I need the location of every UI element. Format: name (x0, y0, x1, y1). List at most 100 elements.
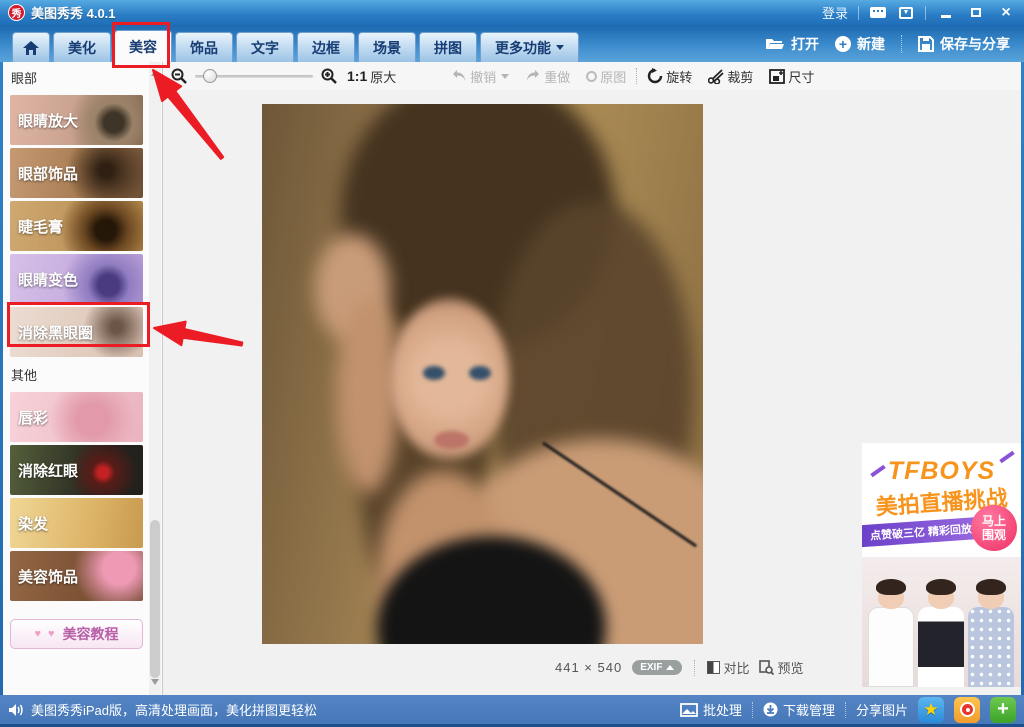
undo-dropdown-icon[interactable] (501, 74, 509, 83)
compare-icon (707, 661, 720, 674)
batch-process-button[interactable]: 批处理 (680, 700, 742, 719)
exif-badge[interactable]: EXIF (632, 660, 682, 675)
status-message[interactable]: 美图秀秀iPad版，高清处理画面，美化拼图更轻松 (31, 700, 317, 719)
actual-size-button[interactable]: 1:1 原大 (347, 67, 396, 86)
weibo-icon[interactable] (954, 697, 980, 723)
resize-icon (769, 69, 785, 84)
rotate-button[interactable]: 旋转 (647, 67, 692, 86)
sidebar-item-eye-accessories[interactable]: 眼部饰品 (10, 148, 143, 198)
zoom-slider[interactable] (195, 75, 313, 78)
scrollbar-thumb[interactable] (150, 520, 160, 678)
sidebar-item-hair-dye[interactable]: 染发 (10, 498, 143, 548)
resize-button[interactable]: 尺寸 (769, 67, 814, 86)
sidebar-item-remove-red-eye[interactable]: 消除红眼 (10, 445, 143, 495)
save-share-button[interactable]: 保存与分享 (918, 34, 1010, 54)
statusbar-divider (845, 702, 846, 718)
status-bar: 美图秀秀iPad版，高清处理画面，美化拼图更轻松 批处理 下载管理 分享图片 ★… (0, 695, 1024, 727)
toolbar-divider (636, 68, 637, 84)
annotation-box-remove-dark-circles (7, 302, 150, 347)
tab-beautify[interactable]: 美化 (53, 32, 111, 62)
folder-open-icon (765, 36, 785, 51)
photo-portrait-woman[interactable] (262, 104, 703, 644)
sidebar-item-mascara[interactable]: 睫毛膏 (10, 201, 143, 251)
ad-boy-figure (868, 585, 914, 687)
rotate-icon (647, 68, 663, 84)
speaker-icon (8, 703, 24, 717)
tab-home[interactable] (12, 32, 50, 62)
beauty-tutorial-button[interactable]: ♥ ♥ 美容教程 (10, 619, 143, 649)
tfboys-ad-banner[interactable]: TFBOYS 美拍直播挑战 点赞破三亿 精彩回放 马上围观 (862, 443, 1021, 687)
chevron-down-icon (556, 45, 564, 54)
tab-more-features[interactable]: 更多功能 (480, 32, 579, 62)
qzone-icon[interactable]: ★ (918, 697, 944, 723)
sidebar-scrollbar[interactable] (149, 62, 161, 695)
photo-left-eye (423, 366, 445, 380)
info-divider (694, 660, 695, 676)
minimize-button[interactable] (936, 5, 956, 21)
annotation-box-beauty-tab (112, 22, 170, 68)
statusbar-divider (752, 702, 753, 718)
add-share-icon[interactable]: + (990, 697, 1016, 723)
ad-watch-now-badge[interactable]: 马上围观 (971, 505, 1017, 551)
photo-arm (337, 298, 399, 492)
titlebar-divider (925, 6, 926, 20)
chevron-up-icon (666, 661, 674, 670)
section-label-other: 其他 (11, 365, 162, 384)
login-link[interactable]: 登录 (822, 3, 848, 22)
new-button[interactable]: + 新建 (835, 34, 885, 54)
maximize-button[interactable] (966, 5, 986, 21)
sidebar-item-beauty-accessories[interactable]: 美容饰品 (10, 551, 143, 601)
photo-lips (434, 431, 469, 449)
hearts-hand-icon: ♥ ♥ (34, 628, 56, 640)
actions-divider (901, 35, 902, 53)
edit-canvas: 441 × 540 EXIF 对比 预览 TFBOYS 美拍直播挑战 点赞破三亿… (163, 90, 1021, 695)
close-button[interactable]: × (996, 5, 1016, 21)
tab-scene[interactable]: 场景 (358, 32, 416, 62)
sidebar-item-lip-gloss[interactable]: 唇彩 (10, 392, 143, 442)
zoom-out-icon (171, 68, 187, 84)
home-icon (23, 41, 39, 55)
sidebar-item-eye-enlarge[interactable]: 眼睛放大 (10, 95, 143, 145)
zoom-slider-knob[interactable] (203, 69, 217, 83)
beauty-sidebar: 眼部 眼睛放大 眼部饰品 睫毛膏 眼睛变色 消除黑眼圈 其他 唇彩 消除红眼 染… (3, 62, 163, 695)
ad-boy-figure (968, 585, 1014, 687)
skin-icon[interactable]: ▼ (897, 6, 915, 20)
tab-accessories[interactable]: 饰品 (175, 32, 233, 62)
redo-button[interactable]: 重做 (525, 67, 570, 86)
app-logo-icon: 秀 (8, 4, 25, 21)
ad-boys-photo (862, 557, 1021, 687)
zoom-out-button[interactable] (171, 68, 187, 84)
plus-circle-icon: + (835, 36, 851, 52)
feedback-icon[interactable] (869, 6, 887, 20)
tab-text[interactable]: 文字 (236, 32, 294, 62)
ad-boy-figure (918, 585, 964, 687)
preview-icon (759, 660, 774, 675)
tab-frame[interactable]: 边框 (297, 32, 355, 62)
redo-icon (525, 69, 541, 83)
window-title: 美图秀秀 4.0.1 (31, 3, 116, 22)
scroll-down-icon[interactable] (151, 679, 159, 689)
image-info-row: 441 × 540 EXIF 对比 预览 (555, 658, 803, 677)
titlebar-divider (858, 6, 859, 20)
meitu-xiuxiu-window: { "window": { "title": "美图秀秀 4.0.1", "lo… (0, 0, 1024, 727)
sidebar-item-eye-color[interactable]: 眼睛变色 (10, 254, 143, 304)
zoom-in-button[interactable] (321, 68, 337, 84)
original-image-button[interactable]: 原图 (586, 67, 626, 86)
section-label-eye: 眼部 (11, 68, 162, 87)
compare-button[interactable]: 对比 (707, 658, 749, 677)
download-icon (763, 702, 778, 717)
save-icon (918, 36, 934, 52)
canvas-toolbar: 1:1 原大 撤销 重做 原图 旋转 裁剪 (163, 62, 1021, 90)
crop-button[interactable]: 裁剪 (708, 67, 753, 86)
download-manager-button[interactable]: 下载管理 (763, 700, 835, 719)
undo-icon (451, 69, 467, 83)
preview-button[interactable]: 预览 (759, 658, 803, 677)
image-dimensions: 441 × 540 (555, 660, 622, 675)
undo-button[interactable]: 撤销 (451, 67, 509, 86)
zoom-in-icon (321, 68, 337, 84)
tab-collage[interactable]: 拼图 (419, 32, 477, 62)
share-image-button[interactable]: 分享图片 (856, 700, 908, 719)
open-button[interactable]: 打开 (765, 34, 819, 54)
scissors-icon (708, 69, 724, 84)
batch-icon (680, 703, 698, 717)
